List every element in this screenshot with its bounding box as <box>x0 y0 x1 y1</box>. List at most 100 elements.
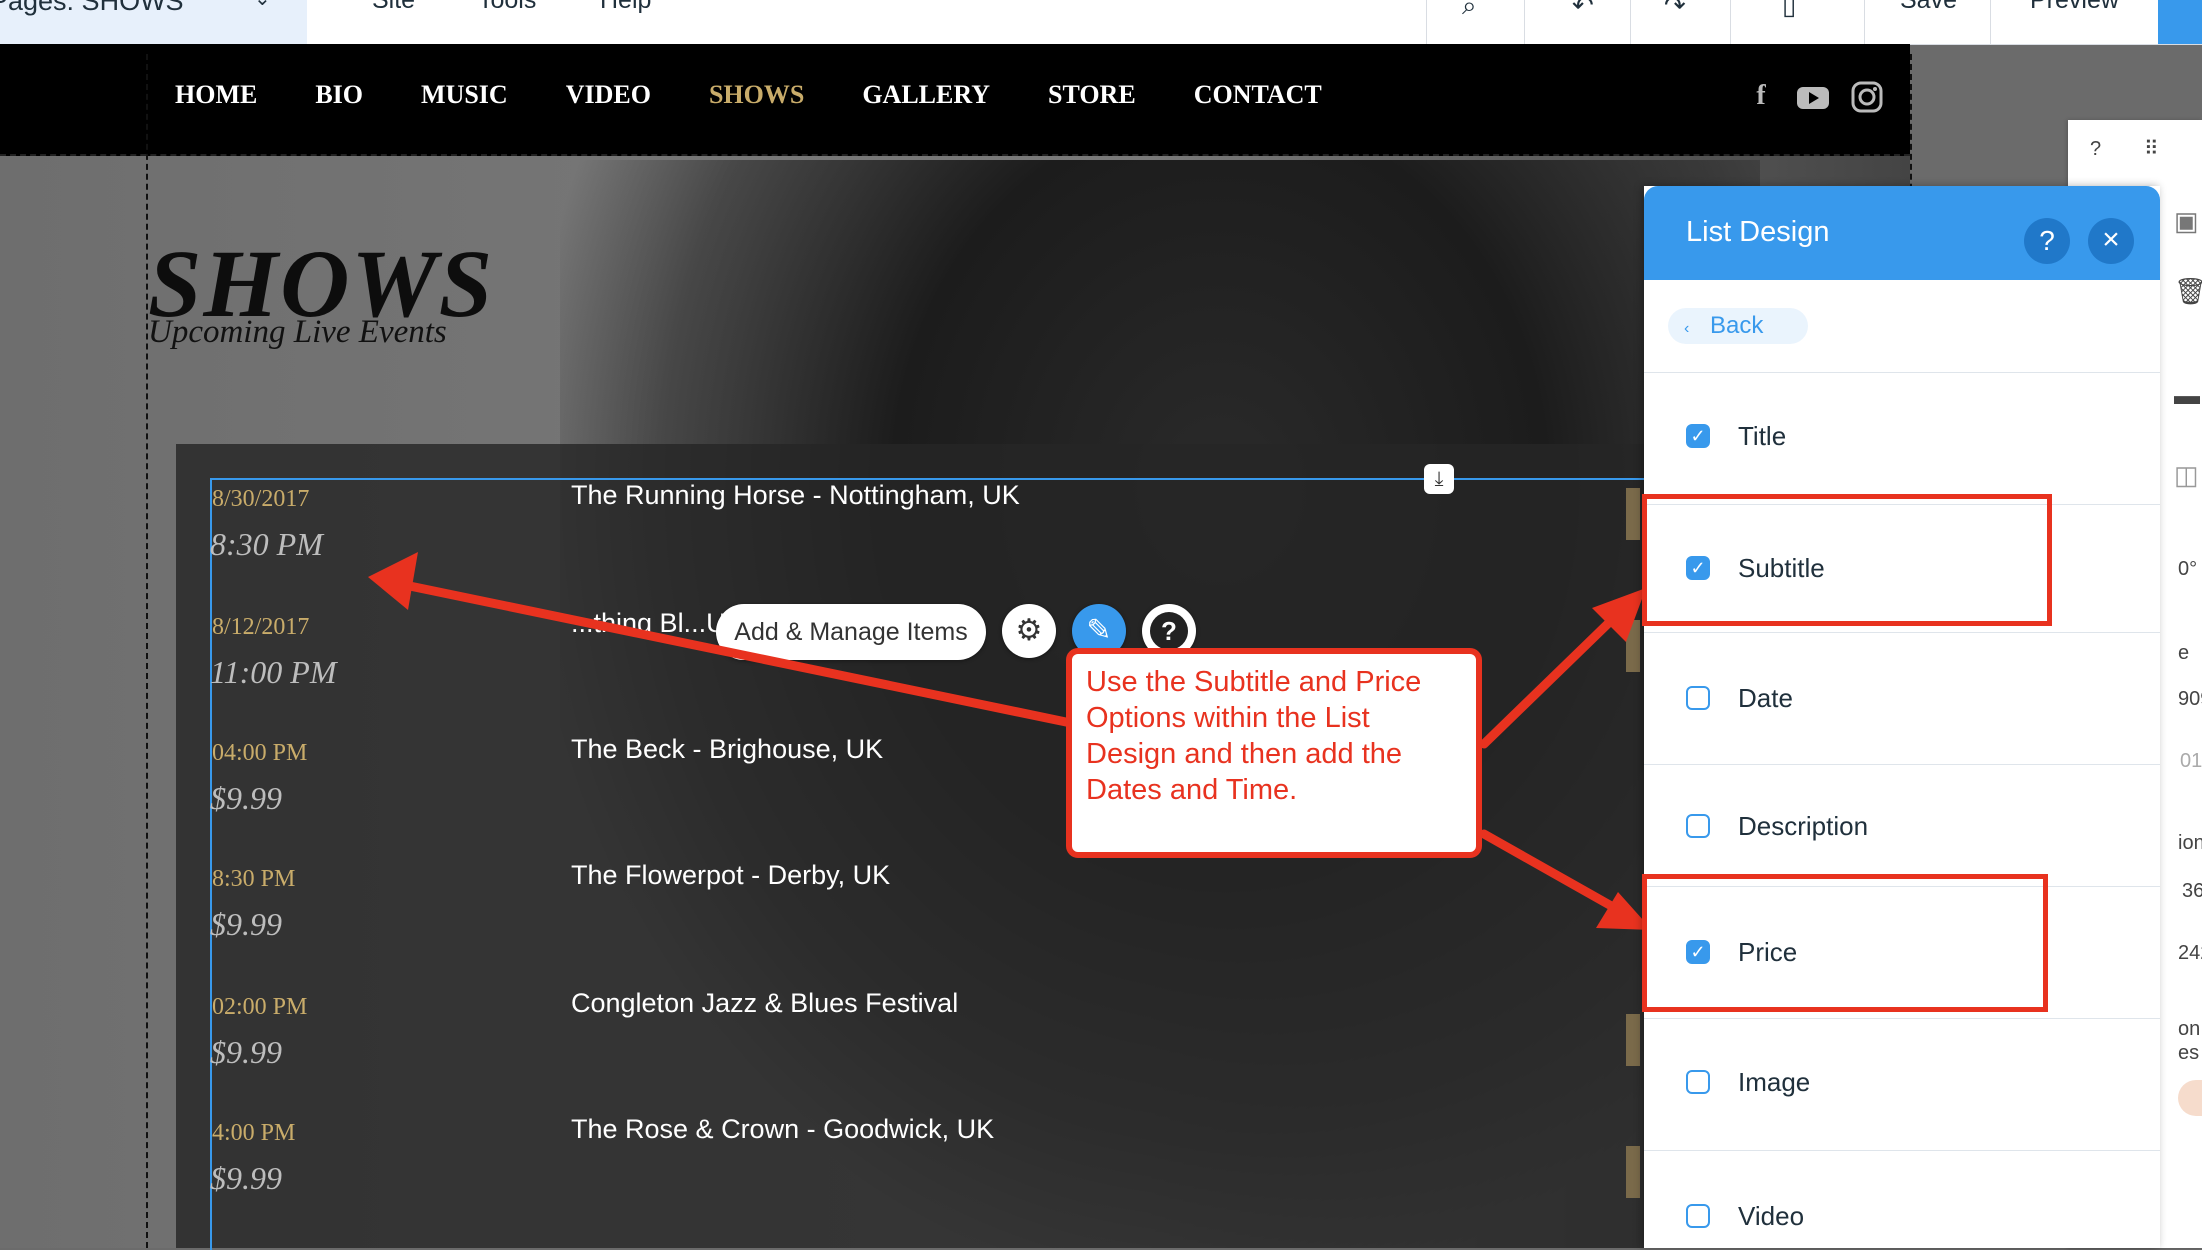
strip-text: on Al <box>2178 1018 2202 1040</box>
paste-icon[interactable]: ▣ <box>2174 206 2199 237</box>
page-subtitle: Upcoming Live Events <box>148 314 447 350</box>
show-date: 8:30 PM <box>212 866 296 892</box>
show-price: $9.99 <box>210 1034 282 1070</box>
checkbox-unchecked[interactable] <box>1686 814 1710 838</box>
show-date: 02:00 PM <box>212 994 308 1020</box>
show-time: 8:30 PM <box>210 526 323 562</box>
toolbar-divider <box>1630 0 1631 44</box>
back-label: Back <box>1710 312 1764 339</box>
grid-icon[interactable]: ⠿ <box>2144 136 2159 161</box>
pages-label: Pages: SHOWS <box>0 0 184 16</box>
highlight-subtitle <box>1642 494 2052 626</box>
panel-divider <box>1644 1150 2160 1151</box>
redo-icon[interactable]: ↷ <box>1664 0 1686 21</box>
option-label: Image <box>1738 1066 1811 1097</box>
show-title: The Beck - Brighouse, UK <box>571 734 884 764</box>
panel-divider <box>1644 1018 2160 1019</box>
layout-icon[interactable]: ◫ <box>2174 460 2199 491</box>
toolbar-divider <box>1730 0 1731 44</box>
toolbar-divider <box>1990 0 1991 44</box>
site-menu: HOME BIO MUSIC VIDEO SHOWS GALLERY STORE… <box>175 80 1380 110</box>
toolbar-divider <box>1524 0 1525 44</box>
strip-text: 242 <box>2178 942 2202 964</box>
trash-icon[interactable]: 🗑 <box>2174 276 2202 307</box>
strip-text: 01 <box>2180 750 2202 772</box>
chevron-down-icon: ⌄ <box>254 0 271 11</box>
mobile-view-icon[interactable]: ▯ <box>1782 0 1796 21</box>
show-time: 11:00 PM <box>210 654 337 690</box>
option-description[interactable]: Description <box>1686 806 1868 846</box>
option-label: Video <box>1738 1200 1805 1231</box>
show-price: $9.99 <box>210 906 282 942</box>
list-item-accent <box>1626 1014 1640 1066</box>
preview-button[interactable]: Preview <box>2030 0 2119 15</box>
strip-text: 909 <box>2178 688 2202 710</box>
list-design-panel: List Design ? × ‹ Back ✓ Title ✓ Subtitl… <box>1644 186 2160 1248</box>
option-label: Title <box>1738 420 1787 451</box>
nav-store[interactable]: STORE <box>1048 80 1136 110</box>
show-title: The Flowerpot - Derby, UK <box>571 860 891 890</box>
facebook-icon[interactable]: f <box>1744 80 1778 114</box>
option-title[interactable]: ✓ Title <box>1686 416 1786 456</box>
option-label: Description <box>1738 810 1869 841</box>
zoom-icon[interactable]: ⌕ <box>1462 0 1477 22</box>
panel-header: List Design ? × <box>1644 186 2160 280</box>
strip-text: e <box>2178 642 2190 664</box>
pages-dropdown[interactable]: Pages: SHOWS ⌄ <box>0 0 307 44</box>
gear-icon[interactable]: ⚙ <box>1002 604 1056 658</box>
option-video[interactable]: Video <box>1686 1196 1804 1236</box>
list-item-accent <box>1626 620 1640 672</box>
chevron-left-icon: ‹ <box>1684 320 1690 337</box>
checkbox-checked[interactable]: ✓ <box>1686 424 1710 448</box>
panel-title: List Design <box>1686 216 1830 248</box>
strip-help-icon[interactable]: ? <box>2090 138 2101 161</box>
nav-bio[interactable]: BIO <box>315 80 363 110</box>
strip-text: ion <box>2178 832 2202 854</box>
strip-rotation: 0° <box>2178 558 2198 580</box>
highlight-price <box>1642 874 2048 1012</box>
nav-shows[interactable]: SHOWS <box>709 80 804 110</box>
show-date: 04:00 PM <box>212 740 308 766</box>
color-swatch[interactable] <box>2178 1080 2202 1116</box>
nav-video[interactable]: VIDEO <box>566 80 651 110</box>
nav-gallery[interactable]: GALLERY <box>862 80 990 110</box>
toolbar-divider <box>1426 0 1427 44</box>
youtube-icon[interactable] <box>1796 80 1830 114</box>
back-button[interactable]: ‹ Back <box>1668 308 1808 344</box>
download-icon[interactable]: ⤓ <box>1424 464 1454 494</box>
show-title: ...thing Bl...U <box>571 608 726 638</box>
add-manage-items-button[interactable]: Add & Manage Items <box>716 604 986 660</box>
strip-text: es <box>2178 1042 2200 1064</box>
toolbar-divider <box>1864 0 1865 44</box>
option-image[interactable]: Image <box>1686 1062 1810 1102</box>
show-title: Congleton Jazz & Blues Festival <box>571 988 959 1018</box>
publish-button[interactable] <box>2158 0 2202 44</box>
checkbox-unchecked[interactable] <box>1686 1070 1710 1094</box>
nav-home[interactable]: HOME <box>175 80 257 110</box>
arrange-icon[interactable]: ▬ <box>2174 380 2200 411</box>
save-button[interactable]: Save <box>1900 0 1957 15</box>
show-date: 8/30/2017 <box>212 486 310 512</box>
show-price: $9.99 <box>210 1160 282 1196</box>
show-title: The Running Horse - Nottingham, UK <box>571 480 1020 510</box>
editor-top-bar: Pages: SHOWS ⌄ Site Tools Help ⌕ ↶ ↷ ▯ S… <box>0 0 2202 45</box>
option-label: Date <box>1738 682 1793 713</box>
nav-music[interactable]: MUSIC <box>421 80 508 110</box>
nav-contact[interactable]: CONTACT <box>1194 80 1322 110</box>
instagram-icon[interactable] <box>1850 80 1884 114</box>
close-icon[interactable]: × <box>2088 218 2134 264</box>
checkbox-unchecked[interactable] <box>1686 686 1710 710</box>
panel-divider <box>1644 632 2160 633</box>
option-date[interactable]: Date <box>1686 678 1793 718</box>
panel-divider <box>1644 372 2160 373</box>
menu-tools[interactable]: Tools <box>478 0 536 15</box>
show-price: $9.99 <box>210 780 282 816</box>
checkbox-unchecked[interactable] <box>1686 1204 1710 1228</box>
menu-help[interactable]: Help <box>600 0 651 15</box>
strip-text: 36 <box>2182 880 2202 902</box>
undo-icon[interactable]: ↶ <box>1572 0 1594 21</box>
menu-site[interactable]: Site <box>372 0 415 15</box>
help-icon[interactable]: ? <box>2024 218 2070 264</box>
show-date: 8/12/2017 <box>212 614 310 640</box>
panel-divider <box>1644 764 2160 765</box>
